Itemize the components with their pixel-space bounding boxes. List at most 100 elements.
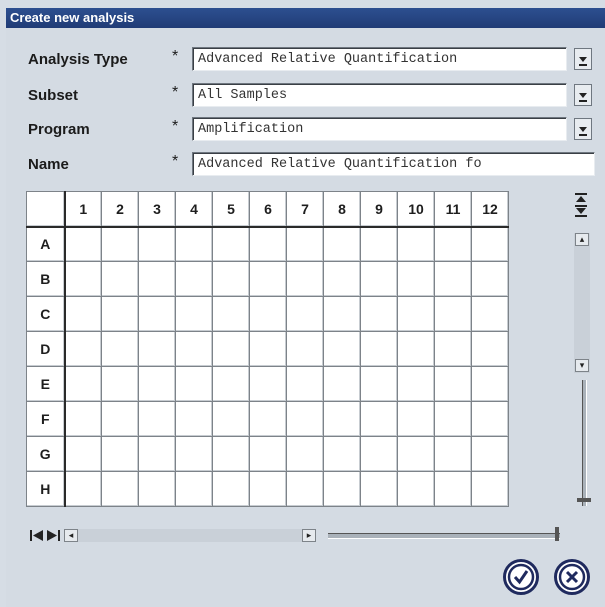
well-cell[interactable] [323, 471, 361, 507]
well-cell[interactable] [138, 436, 176, 472]
well-cell[interactable] [323, 436, 361, 472]
well-cell[interactable] [360, 261, 398, 297]
well-cell[interactable] [138, 366, 176, 402]
well-cell[interactable] [397, 436, 435, 472]
well-cell[interactable] [138, 401, 176, 437]
cancel-button[interactable] [554, 559, 590, 595]
horizontal-scrollbar[interactable]: ◂ ▸ [20, 527, 320, 545]
well-cell[interactable] [249, 331, 287, 367]
row-header[interactable]: A [26, 226, 66, 262]
well-cell[interactable] [212, 261, 250, 297]
well-cell[interactable] [360, 436, 398, 472]
row-header[interactable]: E [26, 366, 66, 402]
horizontal-zoom-slider[interactable] [328, 533, 560, 539]
analysis-type-select[interactable]: Advanced Relative Quantification [192, 47, 567, 71]
first-column-icon[interactable] [30, 529, 44, 542]
column-header[interactable]: 12 [471, 191, 509, 228]
horizontal-slider-knob[interactable] [555, 527, 559, 541]
well-cell[interactable] [101, 226, 139, 262]
well-cell[interactable] [471, 331, 509, 367]
well-cell[interactable] [101, 261, 139, 297]
well-cell[interactable] [323, 331, 361, 367]
well-cell[interactable] [101, 331, 139, 367]
first-last-page-buttons[interactable] [574, 193, 588, 223]
column-header[interactable]: 3 [138, 191, 176, 228]
first-page-icon[interactable] [576, 196, 586, 202]
well-cell[interactable] [471, 296, 509, 332]
well-cell[interactable] [138, 471, 176, 507]
well-cell[interactable] [434, 331, 472, 367]
well-cell[interactable] [434, 401, 472, 437]
well-cell[interactable] [138, 296, 176, 332]
well-cell[interactable] [360, 471, 398, 507]
well-cell[interactable] [286, 366, 324, 402]
well-cell[interactable] [212, 331, 250, 367]
scroll-down-button[interactable]: ▾ [575, 359, 589, 372]
well-cell[interactable] [249, 401, 287, 437]
well-cell[interactable] [286, 471, 324, 507]
well-cell[interactable] [175, 401, 213, 437]
scroll-right-button[interactable]: ▸ [302, 529, 316, 542]
vertical-slider-knob[interactable] [577, 498, 591, 502]
well-cell[interactable] [64, 261, 102, 297]
well-cell[interactable] [471, 401, 509, 437]
scroll-left-button[interactable]: ◂ [64, 529, 78, 542]
well-cell[interactable] [397, 401, 435, 437]
well-cell[interactable] [397, 261, 435, 297]
well-cell[interactable] [249, 261, 287, 297]
scroll-up-button[interactable]: ▴ [575, 233, 589, 246]
well-cell[interactable] [360, 401, 398, 437]
well-cell[interactable] [212, 296, 250, 332]
well-cell[interactable] [175, 436, 213, 472]
last-page-icon[interactable] [576, 208, 586, 214]
well-cell[interactable] [138, 226, 176, 262]
well-cell[interactable] [360, 296, 398, 332]
ok-button[interactable] [503, 559, 539, 595]
well-cell[interactable] [101, 471, 139, 507]
well-cell[interactable] [286, 331, 324, 367]
well-cell[interactable] [286, 226, 324, 262]
well-cell[interactable] [471, 261, 509, 297]
well-cell[interactable] [286, 296, 324, 332]
well-cell[interactable] [434, 296, 472, 332]
well-cell[interactable] [212, 366, 250, 402]
well-cell[interactable] [286, 261, 324, 297]
well-cell[interactable] [360, 226, 398, 262]
well-cell[interactable] [471, 471, 509, 507]
program-select[interactable]: Amplification [192, 117, 567, 141]
column-header[interactable]: 1 [64, 191, 102, 228]
vertical-zoom-slider[interactable] [577, 380, 591, 506]
column-header[interactable]: 11 [434, 191, 472, 228]
well-cell[interactable] [323, 226, 361, 262]
well-cell[interactable] [212, 471, 250, 507]
last-column-icon[interactable] [46, 529, 60, 542]
well-cell[interactable] [212, 226, 250, 262]
column-header[interactable]: 4 [175, 191, 213, 228]
well-cell[interactable] [138, 261, 176, 297]
well-cell[interactable] [101, 436, 139, 472]
well-cell[interactable] [249, 436, 287, 472]
well-cell[interactable] [397, 331, 435, 367]
well-cell[interactable] [397, 296, 435, 332]
well-cell[interactable] [101, 401, 139, 437]
well-cell[interactable] [397, 471, 435, 507]
well-cell[interactable] [323, 261, 361, 297]
well-cell[interactable] [64, 436, 102, 472]
well-cell[interactable] [434, 436, 472, 472]
well-cell[interactable] [175, 331, 213, 367]
well-cell[interactable] [286, 401, 324, 437]
row-header[interactable]: H [26, 471, 66, 507]
well-cell[interactable] [138, 331, 176, 367]
row-header[interactable]: B [26, 261, 66, 297]
well-cell[interactable] [434, 471, 472, 507]
column-header[interactable]: 2 [101, 191, 139, 228]
well-cell[interactable] [64, 366, 102, 402]
well-cell[interactable] [212, 436, 250, 472]
well-cell[interactable] [175, 471, 213, 507]
row-header[interactable]: D [26, 331, 66, 367]
column-header[interactable]: 9 [360, 191, 398, 228]
well-cell[interactable] [64, 296, 102, 332]
well-cell[interactable] [249, 226, 287, 262]
well-cell[interactable] [64, 226, 102, 262]
well-cell[interactable] [175, 261, 213, 297]
